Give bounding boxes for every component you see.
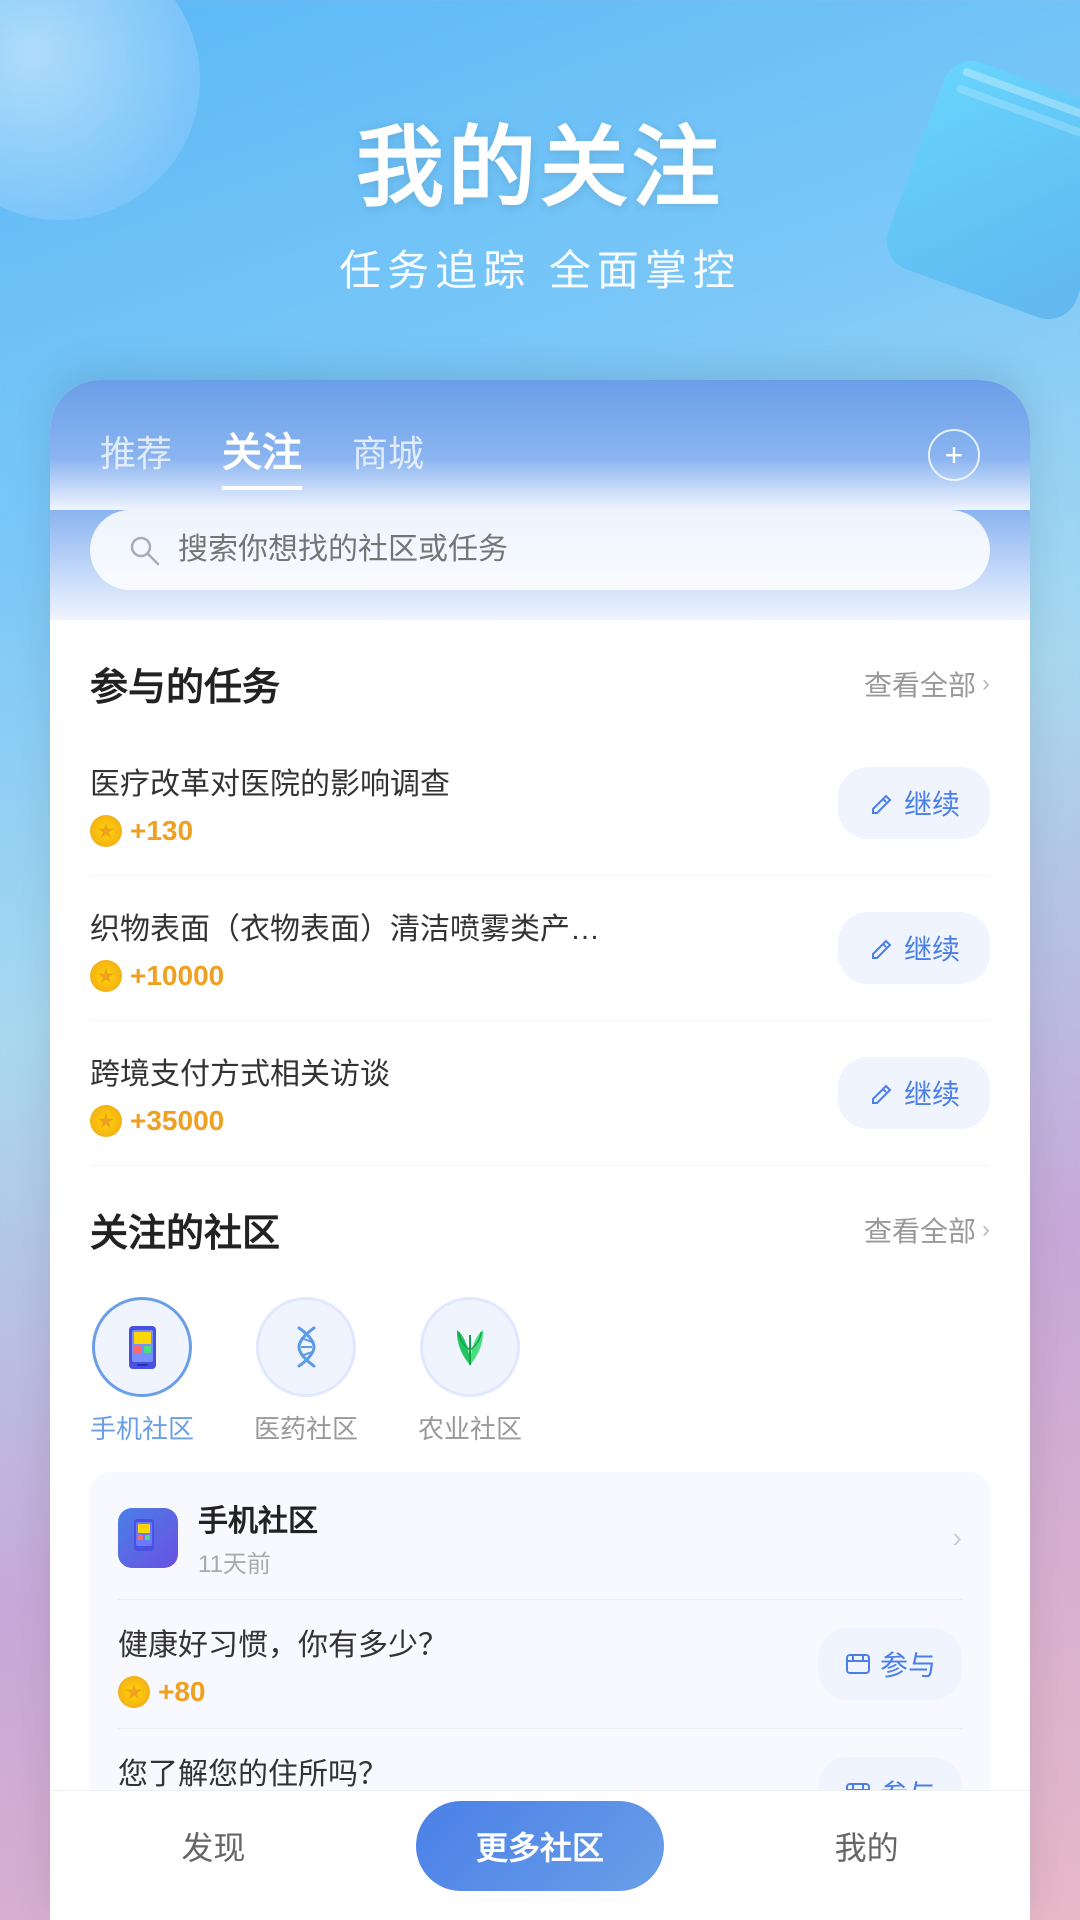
task-item: 跨境支付方式相关访谈 ★ +35000 继续 xyxy=(90,1021,990,1166)
task-item: 织物表面（衣物表面）清洁喷雾类产… ★ +10000 继续 xyxy=(90,876,990,1021)
tab-follow[interactable]: 关注 xyxy=(222,420,302,490)
community-arrow-icon: › xyxy=(953,1522,962,1554)
task-name: 跨境支付方式相关访谈 xyxy=(90,1049,838,1093)
leaf-community-icon xyxy=(443,1320,498,1375)
task-points: ★ +35000 xyxy=(90,1105,838,1137)
community-icon-circle-phone xyxy=(92,1297,192,1397)
edit-icon xyxy=(868,934,896,962)
tab-recommend[interactable]: 推荐 xyxy=(100,425,172,485)
task-info: 跨境支付方式相关访谈 ★ +35000 xyxy=(90,1049,838,1137)
community-time: 11天前 xyxy=(198,1544,318,1579)
continue-button-1[interactable]: 继续 xyxy=(838,912,990,984)
search-icon xyxy=(126,532,162,568)
content-area: 参与的任务 查看全部 › 医疗改革对医院的影响调查 ★ +130 继续 xyxy=(50,620,1030,1920)
nav-discover[interactable]: 发现 xyxy=(50,1823,377,1869)
chevron-right-icon: › xyxy=(982,1216,990,1244)
participate-button-0[interactable]: 参与 xyxy=(818,1628,962,1700)
header: 我的关注 任务追踪 全面掌控 xyxy=(0,0,1080,358)
community-task-name-0: 健康好习惯，你有多少？ xyxy=(118,1620,818,1664)
star-icon: ★ xyxy=(90,815,122,847)
task-name: 织物表面（衣物表面）清洁喷雾类产… xyxy=(90,904,838,948)
followed-communities-view-all[interactable]: 查看全部 › xyxy=(864,1210,990,1250)
community-icon-circle-medical xyxy=(256,1297,356,1397)
edit-icon xyxy=(868,789,896,817)
star-icon: ★ xyxy=(118,1676,150,1708)
participated-tasks-header: 参与的任务 查看全部 › xyxy=(90,620,990,731)
star-icon: ★ xyxy=(90,1105,122,1137)
community-icons-row: 手机社区 医药社区 xyxy=(90,1277,990,1456)
dna-community-icon xyxy=(279,1320,334,1375)
task-info: 织物表面（衣物表面）清洁喷雾类产… ★ +10000 xyxy=(90,904,838,992)
task-points: ★ +130 xyxy=(90,815,838,847)
followed-communities-title: 关注的社区 xyxy=(90,1202,280,1257)
community-icon-phone[interactable]: 手机社区 xyxy=(90,1297,194,1446)
community-icon-medical[interactable]: 医药社区 xyxy=(254,1297,358,1446)
page-subtitle: 任务追踪 全面掌控 xyxy=(60,237,1020,298)
community-icon-circle-agriculture xyxy=(420,1297,520,1397)
task-info: 医疗改革对医院的影响调查 ★ +130 xyxy=(90,759,838,847)
community-label-phone: 手机社区 xyxy=(90,1409,194,1446)
search-area xyxy=(50,510,1030,620)
community-name: 手机社区 xyxy=(198,1496,318,1540)
participated-tasks-title: 参与的任务 xyxy=(90,656,280,711)
community-logo-icon xyxy=(126,1516,170,1560)
community-label-medical: 医药社区 xyxy=(254,1409,358,1446)
phone-community-icon xyxy=(115,1320,170,1375)
nav-mine[interactable]: 我的 xyxy=(703,1823,1030,1869)
community-label-agriculture: 农业社区 xyxy=(418,1409,522,1446)
community-card-header[interactable]: 手机社区 11天前 › xyxy=(118,1496,962,1579)
task-item: 医疗改革对医院的影响调查 ★ +130 继续 xyxy=(90,731,990,876)
star-icon: ★ xyxy=(90,960,122,992)
task-points: ★ +10000 xyxy=(90,960,838,992)
continue-button-0[interactable]: 继续 xyxy=(838,767,990,839)
community-task-0: 健康好习惯，你有多少？ ★ +80 参与 xyxy=(118,1599,962,1728)
chevron-right-icon: › xyxy=(982,670,990,698)
tab-shop[interactable]: 商城 xyxy=(352,425,424,485)
community-task-info-0: 健康好习惯，你有多少？ ★ +80 xyxy=(118,1620,818,1708)
add-tab-button[interactable]: + xyxy=(928,429,980,481)
participated-tasks-view-all[interactable]: 查看全部 › xyxy=(864,664,990,704)
page-title: 我的关注 xyxy=(60,120,1020,217)
community-logo xyxy=(118,1508,178,1568)
participate-icon xyxy=(844,1650,872,1678)
community-icon-agriculture[interactable]: 农业社区 xyxy=(418,1297,522,1446)
search-bar[interactable] xyxy=(90,510,990,590)
community-task-name-1: 您了解您的住所吗？ xyxy=(118,1749,818,1793)
main-card: 推荐 关注 商城 + 参与的任务 查看全部 › 医疗改革对医院的影响调查 xyxy=(50,380,1030,1920)
bottom-nav: 发现 更多社区 我的 xyxy=(50,1790,1030,1920)
community-task-points-0: ★ +80 xyxy=(118,1676,818,1708)
continue-button-2[interactable]: 继续 xyxy=(838,1057,990,1129)
tab-bar: 推荐 关注 商城 + xyxy=(50,380,1030,510)
edit-icon xyxy=(868,1079,896,1107)
task-name: 医疗改革对医院的影响调查 xyxy=(90,759,838,803)
search-input[interactable] xyxy=(178,533,954,567)
more-communities-button[interactable]: 更多社区 xyxy=(416,1801,664,1891)
followed-communities-header: 关注的社区 查看全部 › xyxy=(90,1166,990,1277)
community-info: 手机社区 11天前 xyxy=(198,1496,318,1579)
nav-more-communities: 更多社区 xyxy=(377,1801,704,1891)
